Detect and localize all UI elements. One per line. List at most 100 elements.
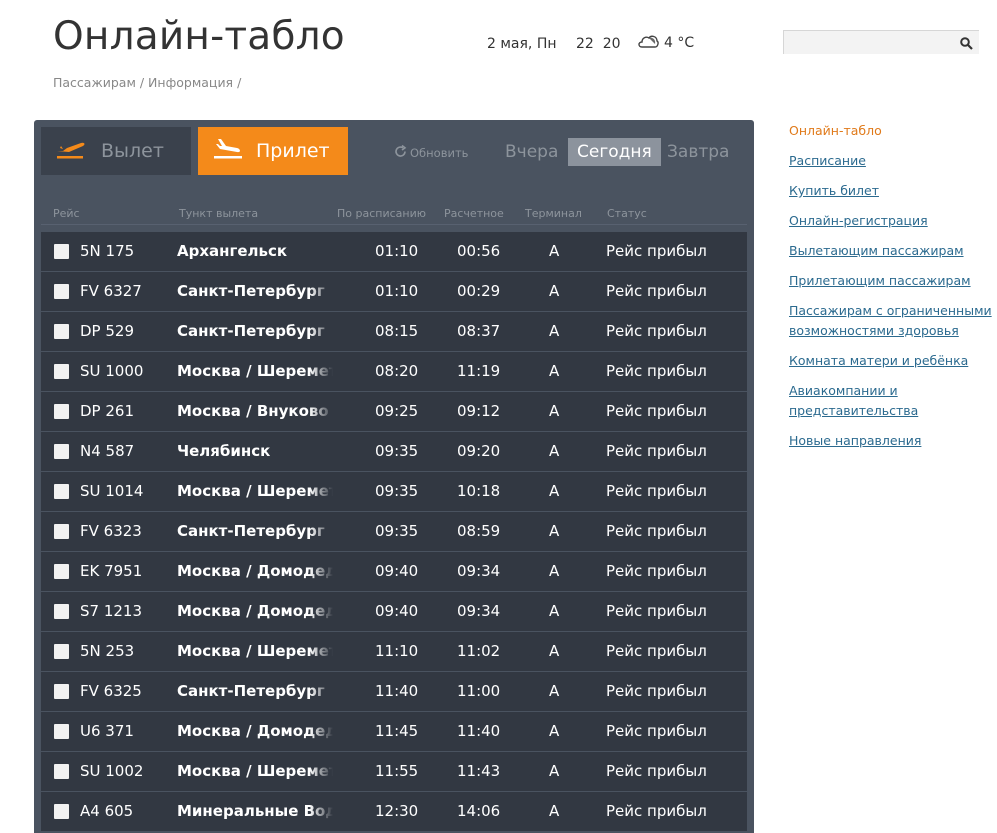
flight-number: A4 605 [80,802,134,820]
table-row[interactable]: DP 261 Москва / Внуково 09:25 09:12 A Рейс пр… [41,392,747,431]
refresh-icon [394,144,407,161]
cloud-icon [637,33,659,53]
estimated-time: 11:00 [457,682,501,700]
header-divider [41,224,747,225]
terminal: A [549,282,560,300]
table-row[interactable]: SU 1014 Москва / Шереметьево 09:35 10:18 A Ре… [41,472,747,511]
flight-number: DP 261 [80,402,134,420]
estimated-time: 00:56 [457,242,501,260]
sidenav-item-new-routes[interactable]: Новые направления [789,431,994,451]
sidenav-item-mother-child-room[interactable]: Комната матери и ребёнка [789,351,994,371]
flight-number: SU 1000 [80,362,144,380]
sidenav-item-online-checkin[interactable]: Онлайн-регистрация [789,211,994,231]
flight-status: Рейс прибыл [606,282,707,300]
airline-logo-icon [54,324,69,339]
airline-logo-icon [54,764,69,779]
terminal: A [549,242,560,260]
search-box [783,30,979,54]
table-row[interactable]: FV 6323 Санкт-Петербург 09:35 08:59 A Рейс пр… [41,512,747,551]
flight-number: N4 587 [80,442,135,460]
scheduled-time: 09:35 [375,442,419,460]
breadcrumb-separator: / [135,75,149,90]
flight-status: Рейс прибыл [606,442,707,460]
estimated-time: 11:02 [457,642,501,660]
sidenav-item-schedule[interactable]: Расписание [789,151,994,171]
table-row[interactable]: 5N 253 Москва / Шереметьево 11:10 11:02 A Рей… [41,632,747,671]
scheduled-time: 01:10 [375,282,419,300]
estimated-time: 11:19 [457,362,501,380]
scheduled-time: 08:20 [375,362,419,380]
flight-status: Рейс прибыл [606,642,707,660]
column-scheduled: По расписанию [337,207,426,220]
column-estimated: Расчетное [444,207,504,220]
tab-departure[interactable]: Вылет [41,127,191,175]
search-input[interactable] [784,31,956,53]
sidenav-item-airlines[interactable]: Авиакомпании и представительства [789,381,994,421]
table-row[interactable]: DP 529 Санкт-Петербург 08:15 08:37 A Рейс при… [41,312,747,351]
day-today[interactable]: Сегодня [568,138,661,166]
table-row[interactable]: A4 605 Минеральные Воды 12:30 14:06 A Рейс пр… [41,792,747,831]
airline-logo-icon [54,524,69,539]
tab-arrival-label: Прилет [256,140,330,162]
flight-list: 5N 175 Архангельск 01:10 00:56 A Рейс прибыл … [41,232,747,832]
terminal: A [549,762,560,780]
estimated-time: 00:29 [457,282,501,300]
table-row[interactable]: SU 1000 Москва / Шереметьево 08:20 11:19 A Ре… [41,352,747,391]
table-row[interactable]: SU 1002 Москва / Шереметьево 11:55 11:43 A Ре… [41,752,747,791]
terminal: A [549,442,560,460]
airline-logo-icon [54,644,69,659]
airline-logo-icon [54,684,69,699]
table-row[interactable]: 5N 175 Архангельск 01:10 00:56 A Рейс прибыл [41,232,747,271]
scheduled-time: 09:40 [375,602,419,620]
origin-city: Москва / Домодедово [177,562,333,580]
breadcrumb-item[interactable]: Пассажирам [53,75,136,90]
flight-status: Рейс прибыл [606,522,707,540]
estimated-time: 10:18 [457,482,501,500]
time-hours: 22 [576,36,594,52]
table-row[interactable]: FV 6325 Санкт-Петербург 11:40 11:00 A Рейс пр… [41,672,747,711]
search-icon[interactable] [960,35,973,54]
airline-logo-icon [54,564,69,579]
day-tomorrow[interactable]: Завтра [658,138,738,166]
table-row[interactable]: EK 7951 Москва / Домодедово 09:40 09:34 A Рей… [41,552,747,591]
origin-city: Москва / Шереметьево [177,482,333,500]
origin-city: Москва / Шереметьево [177,362,333,380]
sidenav-item-online-board[interactable]: Онлайн-табло [789,121,994,141]
day-yesterday[interactable]: Вчера [496,138,567,166]
table-row[interactable]: U6 371 Москва / Домодедово 11:45 11:40 A Рейс… [41,712,747,751]
breadcrumb-item[interactable]: Информация [148,75,233,90]
sidenav-item-departing-passengers[interactable]: Вылетающим пассажирам [789,241,994,261]
origin-city: Санкт-Петербург [177,322,325,340]
tab-arrival[interactable]: Прилет [198,127,348,175]
sidenav-item-arriving-passengers[interactable]: Прилетающим пассажирам [789,271,994,291]
estimated-time: 09:34 [457,602,501,620]
sidenav-item-buy-ticket[interactable]: Купить билет [789,181,994,201]
scheduled-time: 09:40 [375,562,419,580]
refresh-button[interactable]: Обновить [394,144,469,161]
column-status: Статус [607,207,647,220]
table-row[interactable]: S7 1213 Москва / Домодедово 09:40 09:34 A Рей… [41,592,747,631]
scheduled-time: 11:45 [375,722,419,740]
flight-number: DP 529 [80,322,134,340]
flight-number: FV 6327 [80,282,142,300]
sidenav-item-reduced-mobility[interactable]: Пассажирам с ограниченными возможностями… [789,301,994,341]
estimated-time: 11:40 [457,722,501,740]
flight-status: Рейс прибыл [606,802,707,820]
flight-number: EK 7951 [80,562,143,580]
airline-logo-icon [54,484,69,499]
refresh-label: Обновить [410,146,469,160]
flight-number: 5N 175 [80,242,135,260]
table-row[interactable]: N4 587 Челябинск 09:35 09:20 A Рейс прибыл [41,432,747,471]
airline-logo-icon [54,804,69,819]
terminal: A [549,562,560,580]
column-flight: Рейс [53,207,80,220]
origin-city: Минеральные Воды [177,802,333,820]
flight-status: Рейс прибыл [606,722,707,740]
flight-number: FV 6323 [80,522,142,540]
origin-city: Челябинск [177,442,271,460]
scheduled-time: 09:35 [375,482,419,500]
flight-status: Рейс прибыл [606,322,707,340]
table-row[interactable]: FV 6327 Санкт-Петербург 01:10 00:29 A Рейс пр… [41,272,747,311]
flight-number: S7 1213 [80,602,143,620]
flight-number: 5N 253 [80,642,135,660]
